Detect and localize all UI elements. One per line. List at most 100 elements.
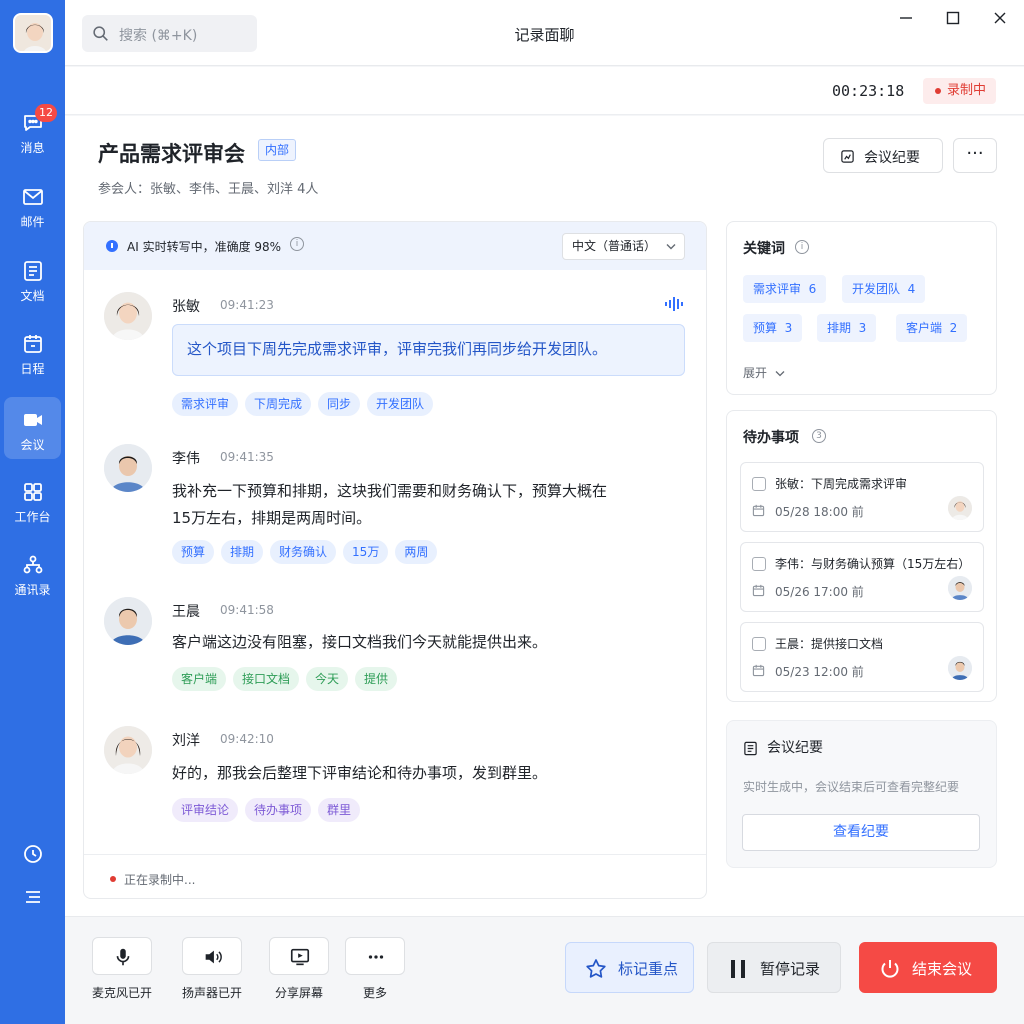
todo-text: 王晨：提供接口文档	[775, 637, 884, 651]
speaker-name: 李伟	[172, 451, 200, 467]
message-text: 我补充一下预算和排期，这块我们需要和财务确认下，预算大概在 15万左右，排期是两…	[172, 478, 652, 532]
todo-checkbox[interactable]	[752, 557, 766, 571]
assignee-avatar	[948, 496, 972, 520]
speaker-avatar	[104, 597, 152, 645]
meeting-summary-button[interactable]: 会议纪要	[823, 138, 943, 173]
keyword-chip[interactable]: 排期 3	[817, 314, 877, 342]
language-select[interactable]: 中文（普通话）	[562, 233, 685, 260]
microphone-button[interactable]	[92, 937, 152, 975]
speaker-icon	[205, 950, 222, 964]
keyword-tag[interactable]: 排期	[221, 540, 264, 564]
calendar-icon	[752, 504, 765, 517]
message-text: 客户端这边没有阻塞，接口文档我们今天就能提供出来。	[172, 633, 548, 651]
keyword-chip-count: 3	[858, 321, 867, 335]
keyword-tag[interactable]: 客户端	[172, 667, 227, 691]
grid-apps-icon	[24, 483, 42, 501]
pause-recording-button[interactable]: 暂停记录	[707, 942, 841, 993]
minimize-icon[interactable]	[896, 8, 916, 28]
recording-footer: 正在录制中...	[84, 854, 706, 898]
keyword-tag[interactable]: 评审结论	[172, 798, 239, 822]
close-icon[interactable]	[990, 8, 1010, 28]
share-screen-label: 分享屏幕	[274, 986, 323, 1000]
keyword-tag[interactable]: 今天	[306, 667, 349, 691]
keyword-tag[interactable]: 下周完成	[245, 392, 312, 416]
todo-checkbox[interactable]	[752, 477, 766, 491]
keyword-chip[interactable]: 需求评审 6	[743, 275, 827, 303]
share-screen-button[interactable]	[269, 937, 329, 975]
keyword-tag[interactable]: 开发团队	[367, 392, 434, 416]
keyword-tag[interactable]: 财务确认	[270, 540, 337, 564]
keyword-tag[interactable]: 接口文档	[233, 667, 300, 691]
view-summary-button[interactable]: 查看纪要	[742, 814, 980, 851]
more-tools[interactable]: 更多	[345, 937, 405, 1001]
todo-item[interactable]: 李伟：与财务确认预算（15万左右） 05/26 17:00 前	[740, 542, 984, 612]
keyword-tag[interactable]: 同步	[318, 392, 361, 416]
user-avatar[interactable]	[13, 13, 53, 53]
todo-item[interactable]: 张敏：下周完成需求评审 05/28 18:00 前	[740, 462, 984, 532]
keyword-chip-count: 2	[949, 321, 958, 335]
sidebar-item-meeting[interactable]: 会议	[4, 397, 61, 459]
unread-badge: 12	[35, 104, 57, 122]
mark-highlight-label: 标记重点	[618, 960, 679, 978]
message-text-highlighted: 这个项目下周先完成需求评审，评审完我们再同步给开发团队。	[172, 324, 685, 376]
sidebar-item-mail[interactable]: 邮件	[4, 174, 61, 236]
info-icon[interactable]: i	[795, 240, 809, 254]
keyword-chip-label: 客户端	[906, 321, 943, 335]
speaker-avatar-image	[104, 597, 152, 645]
document-icon	[24, 261, 42, 281]
menu-list-icon[interactable]	[21, 885, 45, 909]
summary-title: 会议纪要	[767, 740, 823, 756]
sidebar-item-workspace[interactable]: 工作台	[4, 469, 61, 531]
meeting-title: 产品需求评审会	[98, 142, 245, 166]
keyword-tag[interactable]: 两周	[395, 540, 438, 564]
keyword-chip-count: 4	[907, 282, 916, 296]
microphone-icon	[116, 948, 130, 966]
end-meeting-button[interactable]: 结束会议	[859, 942, 997, 993]
sidebar-item-label: 通讯录	[14, 583, 51, 597]
more-options-button[interactable]: ···	[953, 138, 997, 173]
summary-list-icon	[744, 741, 757, 756]
speaker-avatar-image	[104, 726, 152, 774]
keyword-chip[interactable]: 开发团队 4	[842, 275, 926, 303]
meeting-type-tag: 内部	[258, 139, 297, 161]
todo-checkbox[interactable]	[752, 637, 766, 651]
keywords-card: 关键词 i 需求评审 6 开发团队 4 预算 3 排期 3 客户端 2 展开	[726, 221, 997, 395]
todo-item[interactable]: 王晨：提供接口文档 05/23 12:00 前	[740, 622, 984, 692]
speaker-toggle[interactable]: 扬声器已开	[182, 937, 242, 1001]
maximize-icon[interactable]	[943, 8, 963, 28]
keyword-chip[interactable]: 客户端 2	[896, 314, 968, 342]
window-title: 记录面聊	[514, 26, 575, 44]
sidebar-item-calendar[interactable]: 日程	[4, 321, 61, 383]
sidebar-item-label: 会议	[20, 438, 45, 452]
expand-keywords-button[interactable]: 展开	[743, 364, 785, 381]
sidebar-item-contacts[interactable]: 通讯录	[4, 542, 61, 604]
keyword-tag[interactable]: 15万	[343, 540, 389, 564]
speaker-button[interactable]	[182, 937, 242, 975]
meeting-summary-card: 会议纪要 实时生成中，会议结束后可查看完整纪要 查看纪要	[726, 720, 997, 868]
language-select-value: 中文（普通话）	[572, 239, 657, 253]
microphone-toggle[interactable]: 麦克风已开	[92, 937, 152, 1001]
share-screen-toggle[interactable]: 分享屏幕	[269, 937, 329, 1001]
keyword-chip[interactable]: 预算 3	[743, 314, 803, 342]
star-icon	[586, 959, 606, 978]
sidebar-item-docs[interactable]: 文档	[4, 248, 61, 310]
keyword-tag[interactable]: 预算	[172, 540, 215, 564]
keyword-tag[interactable]: 待办事项	[245, 798, 312, 822]
speaker-avatar-image	[104, 292, 152, 340]
keyword-chip-label: 预算	[753, 321, 778, 335]
keyword-tag[interactable]: 群里	[318, 798, 361, 822]
keyword-tag[interactable]: 需求评审	[172, 392, 239, 416]
ai-status-icon	[106, 240, 118, 252]
todo-card: 待办事项 3 张敏：下周完成需求评审 05/28 18:00 前 李伟：与财务确…	[726, 410, 997, 702]
message-tags: 需求评审 下周完成 同步 开发团队	[172, 392, 440, 416]
end-meeting-label: 结束会议	[912, 960, 973, 978]
mark-highlight-button[interactable]: 标记重点	[565, 942, 694, 993]
keyword-tag[interactable]: 提供	[355, 667, 398, 691]
todo-due-date: 05/28 18:00 前	[775, 505, 864, 519]
speaker-avatar	[104, 444, 152, 492]
sidebar-item-messages[interactable]: 12 消息	[4, 100, 61, 162]
clock-icon[interactable]	[21, 842, 45, 866]
title-bar: 搜索 (⌘+K) 记录面聊	[65, 0, 1024, 66]
info-icon[interactable]: i	[290, 237, 304, 251]
more-tools-button[interactable]	[345, 937, 405, 975]
